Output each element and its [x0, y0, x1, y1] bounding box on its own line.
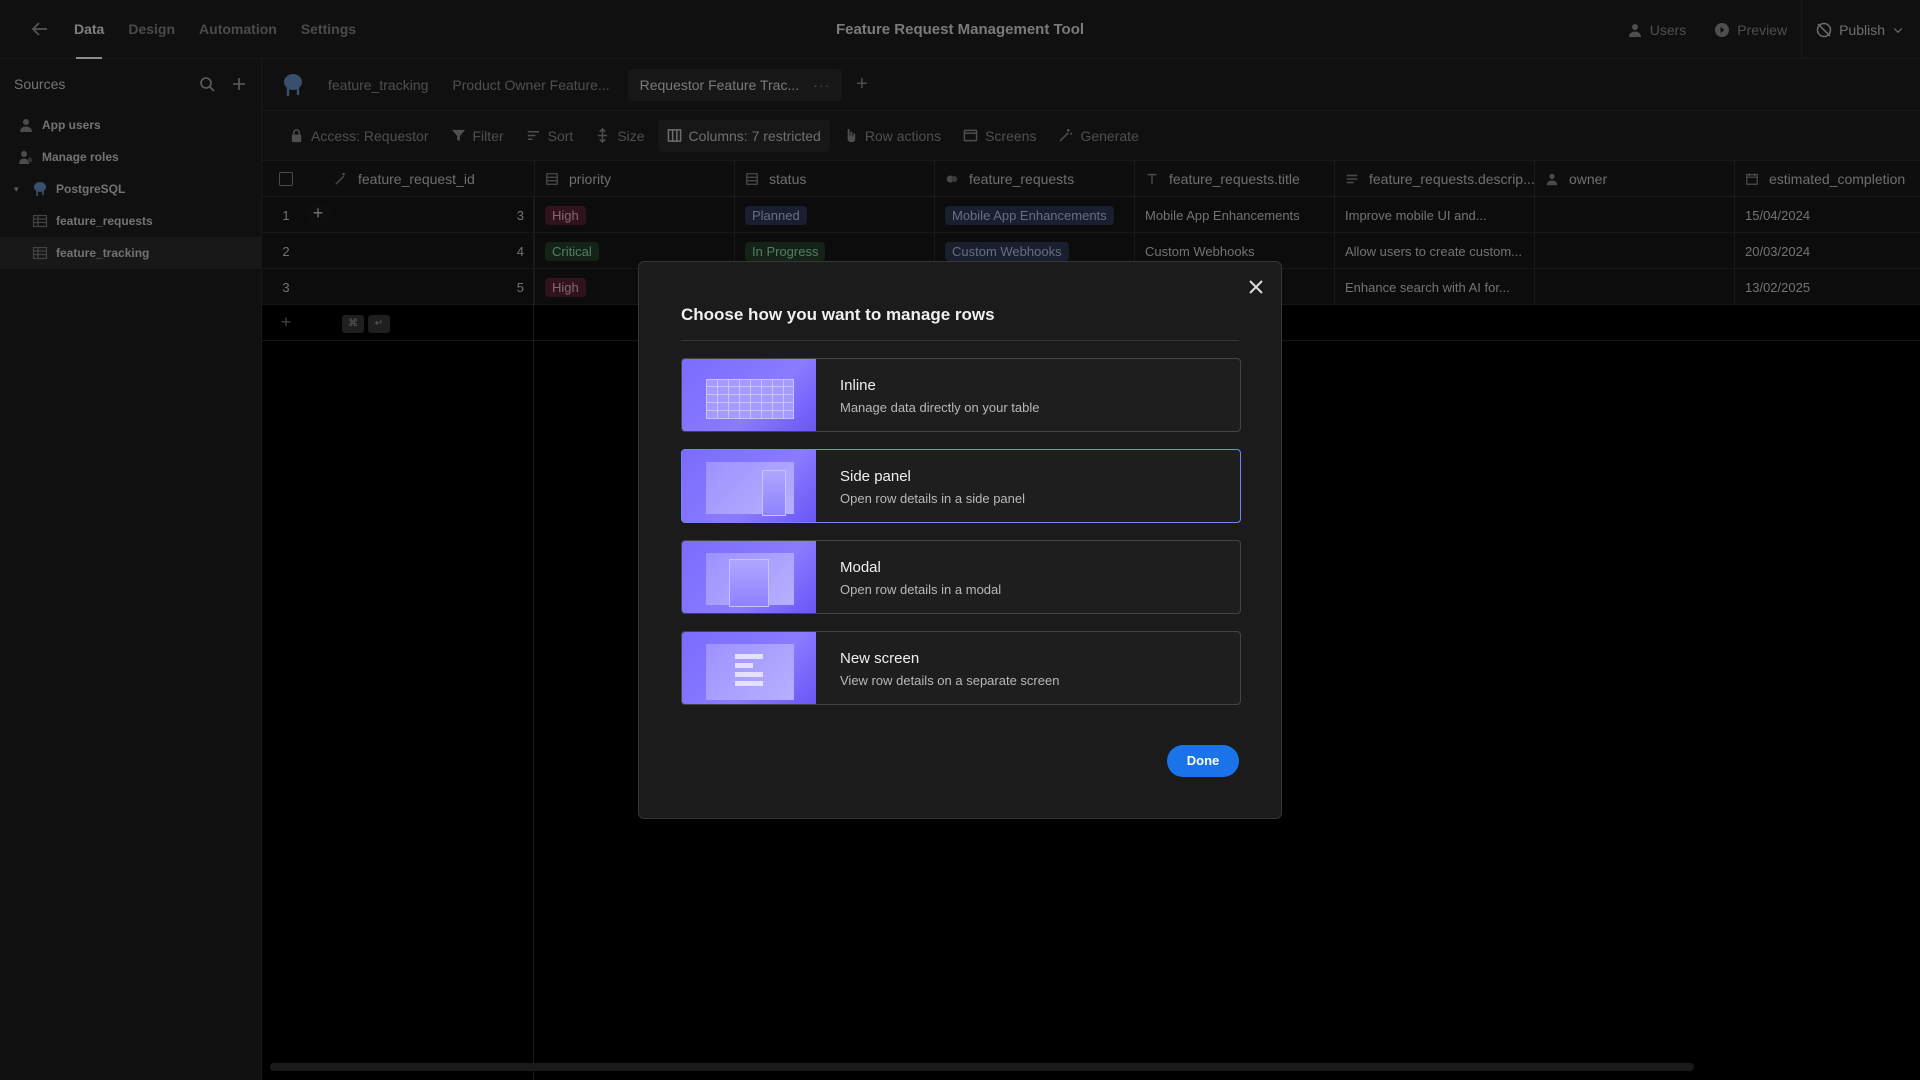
form-line [735, 681, 763, 686]
option-desc: Manage data directly on your table [840, 400, 1040, 415]
option-side-panel[interactable]: Side panel Open row details in a side pa… [681, 449, 1241, 523]
modal-thumbnail [682, 541, 816, 613]
new-screen-thumbnail [682, 632, 816, 704]
modal-divider [681, 340, 1239, 341]
manage-rows-modal: Choose how you want to manage rows Inlin… [638, 261, 1282, 819]
form-line [735, 672, 763, 677]
side-panel-preview [762, 470, 786, 516]
option-desc: Open row details in a side panel [840, 491, 1026, 506]
table-preview-lines [706, 379, 794, 419]
option-modal[interactable]: Modal Open row details in a modal [681, 540, 1241, 614]
inline-thumbnail [682, 359, 816, 431]
modal-preview [729, 559, 769, 607]
done-button[interactable]: Done [1167, 745, 1239, 777]
option-desc: Open row details in a modal [840, 582, 1002, 597]
option-desc: View row details on a separate screen [840, 673, 1060, 688]
option-title: Side panel [840, 468, 911, 485]
option-title: Modal [840, 559, 881, 576]
form-line [735, 663, 753, 668]
modal-title: Choose how you want to manage rows [681, 305, 995, 324]
option-title: New screen [840, 650, 920, 667]
option-title: Inline [840, 377, 876, 394]
option-new-screen[interactable]: New screen View row details on a separat… [681, 631, 1241, 705]
option-inline[interactable]: Inline Manage data directly on your tabl… [681, 358, 1241, 432]
close-icon[interactable] [1247, 278, 1265, 296]
side-panel-thumbnail [682, 450, 816, 522]
form-line [735, 654, 763, 659]
